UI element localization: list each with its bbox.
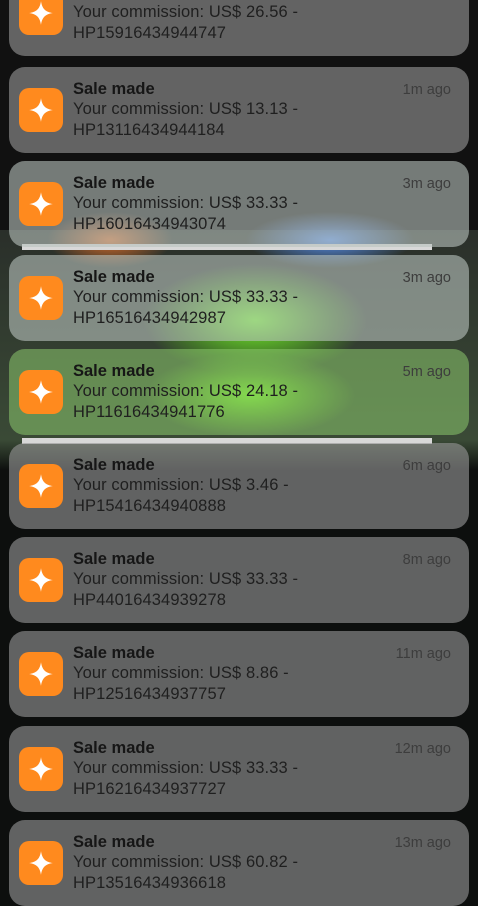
notification-order-id: HP16516434942987 <box>73 309 226 327</box>
notification-order-id: HP16016434943074 <box>73 215 226 233</box>
sparkle-icon <box>29 192 53 216</box>
notification-card[interactable]: Sale made 3m ago Your commission: US$ 33… <box>9 161 469 247</box>
sparkle-icon <box>29 286 53 310</box>
notification-card[interactable]: Sale made 8m ago Your commission: US$ 33… <box>9 537 469 623</box>
app-icon <box>19 0 63 35</box>
notification-title: Sale made <box>73 80 155 98</box>
notification-title: Sale made <box>73 833 155 851</box>
notification-order-id: HP15416434940888 <box>73 497 226 515</box>
notification-title: Sale made <box>73 739 155 757</box>
notification-time: 1m ago <box>402 82 451 98</box>
app-icon <box>19 182 63 226</box>
notification-title: Sale made <box>73 362 155 380</box>
notification-commission: Your commission: US$ 60.82 - <box>73 853 299 871</box>
notification-title: Sale made <box>73 174 155 192</box>
app-icon <box>19 370 63 414</box>
notification-title: Sale made <box>73 550 155 568</box>
sparkle-icon <box>29 662 53 686</box>
notification-card[interactable]: Sale made 13m ago Your commission: US$ 6… <box>9 820 469 906</box>
app-icon <box>19 652 63 696</box>
app-icon <box>19 841 63 885</box>
notification-time: 12m ago <box>394 741 451 757</box>
notification-time: 8m ago <box>402 552 451 568</box>
notification-title: Sale made <box>73 644 155 662</box>
sparkle-icon <box>29 474 53 498</box>
notification-order-id: HP12516434937757 <box>73 685 226 703</box>
notification-title: Sale made <box>73 456 155 474</box>
notification-order-id: HP11616434941776 <box>73 403 225 421</box>
notification-card[interactable]: Sale made 11m ago Your commission: US$ 8… <box>9 631 469 717</box>
notification-order-id: HP16216434937727 <box>73 780 226 798</box>
notification-card[interactable]: Sale made 12m ago Your commission: US$ 3… <box>9 726 469 812</box>
notification-card[interactable]: Sale made 3m ago Your commission: US$ 33… <box>9 255 469 341</box>
notification-time: 3m ago <box>402 176 451 192</box>
notification-order-id: HP13116434944184 <box>73 121 225 139</box>
notification-title: Sale made <box>73 268 155 286</box>
notification-commission: Your commission: US$ 8.86 - <box>73 664 289 682</box>
sparkle-icon <box>29 757 53 781</box>
app-icon <box>19 88 63 132</box>
notification-commission: Your commission: US$ 26.56 - <box>73 3 299 21</box>
notification-time: 13m ago <box>394 835 451 851</box>
notification-commission: Your commission: US$ 33.33 - <box>73 570 299 588</box>
notification-card[interactable]: Sale made 1m ago Your commission: US$ 13… <box>9 67 469 153</box>
notification-card[interactable]: Sale made 6m ago Your commission: US$ 3.… <box>9 443 469 529</box>
notification-order-id: HP15916434944747 <box>73 24 226 42</box>
notification-time: 11m ago <box>395 646 451 662</box>
notification-commission: Your commission: US$ 3.46 - <box>73 476 289 494</box>
app-icon <box>19 747 63 791</box>
sparkle-icon <box>29 98 53 122</box>
app-icon <box>19 464 63 508</box>
notification-commission: Your commission: US$ 13.13 - <box>73 100 299 118</box>
app-icon <box>19 276 63 320</box>
sparkle-icon <box>29 568 53 592</box>
notification-time: 6m ago <box>402 458 451 474</box>
notification-commission: Your commission: US$ 33.33 - <box>73 194 299 212</box>
notification-time: 3m ago <box>402 270 451 286</box>
notification-commission: Your commission: US$ 33.33 - <box>73 288 299 306</box>
sparkle-icon <box>29 1 53 25</box>
notification-time: 5m ago <box>402 364 451 380</box>
notification-card[interactable]: Sale made 5m ago Your commission: US$ 24… <box>9 349 469 435</box>
sparkle-icon <box>29 380 53 404</box>
notification-order-id: HP13516434936618 <box>73 874 226 892</box>
notification-order-id: HP44016434939278 <box>73 591 226 609</box>
notification-commission: Your commission: US$ 24.18 - <box>73 382 299 400</box>
app-icon <box>19 558 63 602</box>
notification-card[interactable]: now Your commission: US$ 26.56 - HP15916… <box>9 0 469 56</box>
sparkle-icon <box>29 851 53 875</box>
notification-commission: Your commission: US$ 33.33 - <box>73 759 299 777</box>
notification-time: now <box>424 0 451 1</box>
